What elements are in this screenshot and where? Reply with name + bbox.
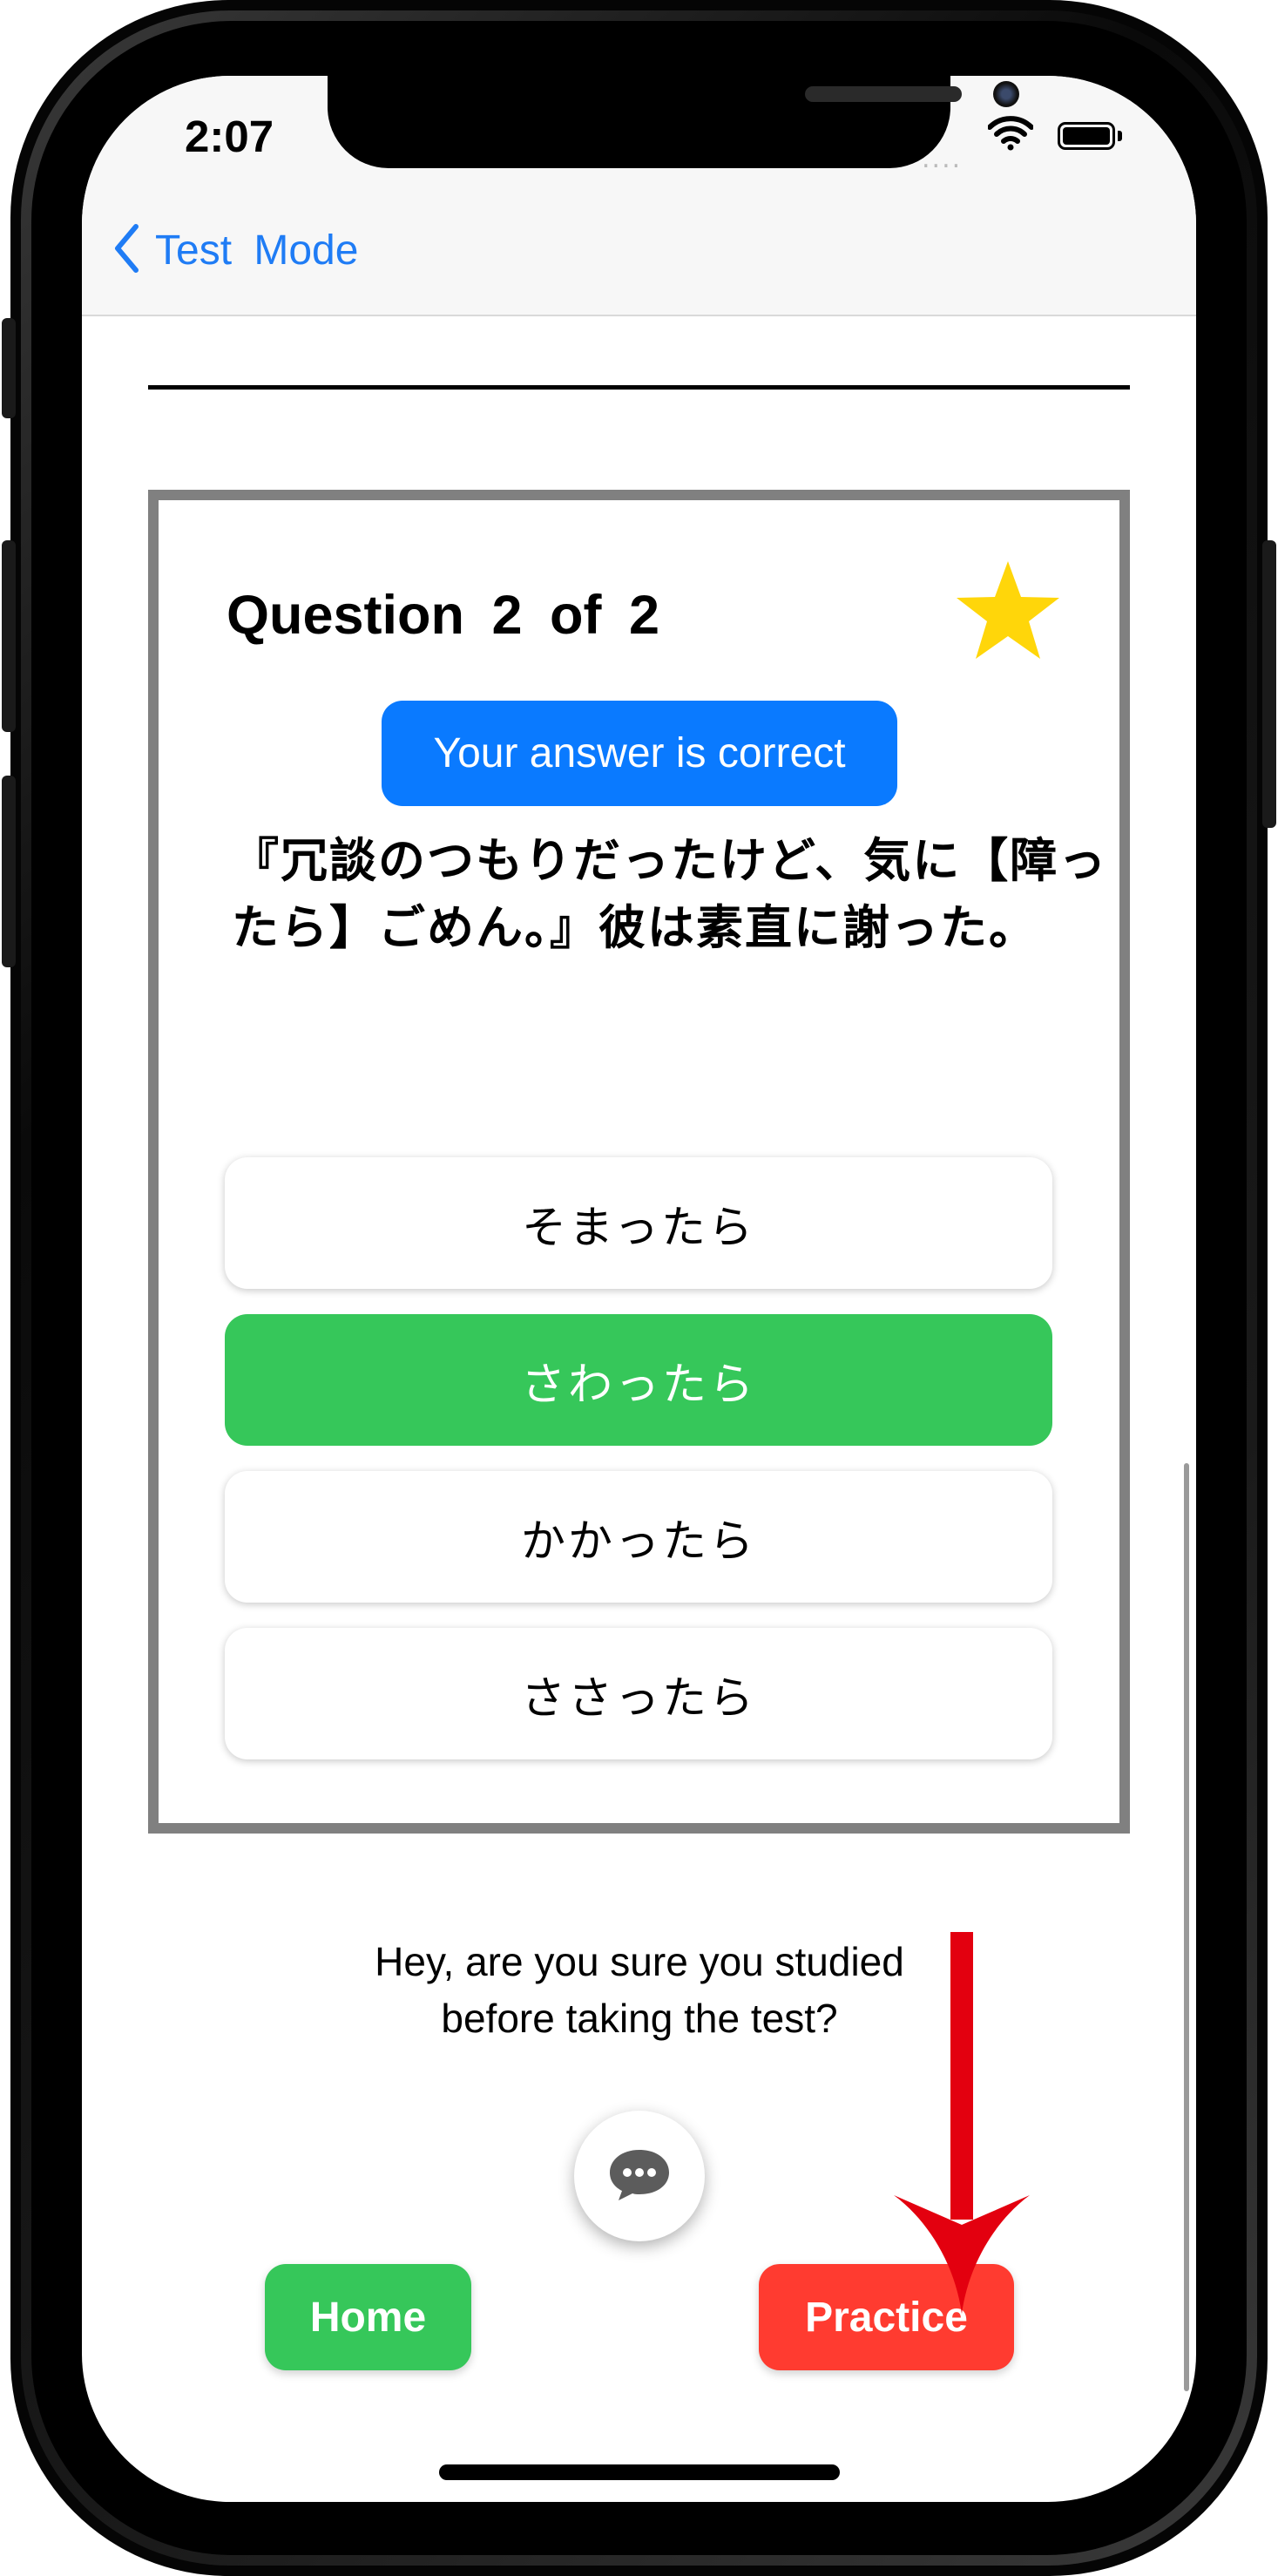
question-counter: Question 2 of 2 bbox=[227, 585, 660, 646]
notch bbox=[328, 76, 1019, 168]
answer-option[interactable]: ささったら bbox=[225, 1628, 1052, 1759]
power-button bbox=[1262, 540, 1276, 828]
answer-option-correct[interactable]: さわったら bbox=[225, 1314, 1052, 1446]
status-time: 2:07 bbox=[185, 112, 274, 161]
signal-dots: .... bbox=[922, 144, 963, 174]
result-badge: Your answer is correct bbox=[382, 701, 897, 806]
answer-option[interactable]: かかったら bbox=[225, 1471, 1052, 1603]
divider bbox=[148, 385, 1130, 390]
study-reminder-line: Hey, are you sure you studied bbox=[375, 1939, 904, 1984]
question-text: 『冗談のつもりだったけど、気に【障ったら】ごめん。』彼は素直に謝った。 bbox=[232, 833, 1108, 955]
screen: 2:07 .... Test Mode Question 2 of 2 Your… bbox=[82, 76, 1196, 2502]
wifi-icon bbox=[987, 116, 1034, 154]
study-reminder: Hey, are you sure you studied before tak… bbox=[308, 1934, 970, 2047]
speaker bbox=[805, 86, 962, 102]
back-button-label: Test Mode bbox=[155, 227, 359, 274]
home-button[interactable]: Home bbox=[265, 2264, 471, 2370]
chat-button[interactable] bbox=[574, 2111, 705, 2241]
volume-up-button bbox=[2, 540, 16, 732]
study-reminder-line: before taking the test? bbox=[441, 1996, 838, 2041]
scrollbar[interactable] bbox=[1184, 1463, 1189, 2391]
chat-bubble-icon bbox=[606, 2146, 673, 2206]
star-icon[interactable] bbox=[953, 559, 1063, 668]
home-indicator[interactable] bbox=[439, 2464, 840, 2480]
battery-icon bbox=[1058, 122, 1115, 150]
answer-option[interactable]: そまったら bbox=[225, 1157, 1052, 1289]
red-down-arrow-icon bbox=[892, 1932, 1031, 2319]
back-button[interactable]: Test Mode bbox=[113, 224, 358, 276]
front-camera bbox=[993, 81, 1019, 107]
mute-switch bbox=[2, 318, 16, 418]
battery-tip bbox=[1118, 131, 1122, 141]
volume-down-button bbox=[2, 776, 16, 967]
chevron-left-icon bbox=[113, 224, 139, 276]
